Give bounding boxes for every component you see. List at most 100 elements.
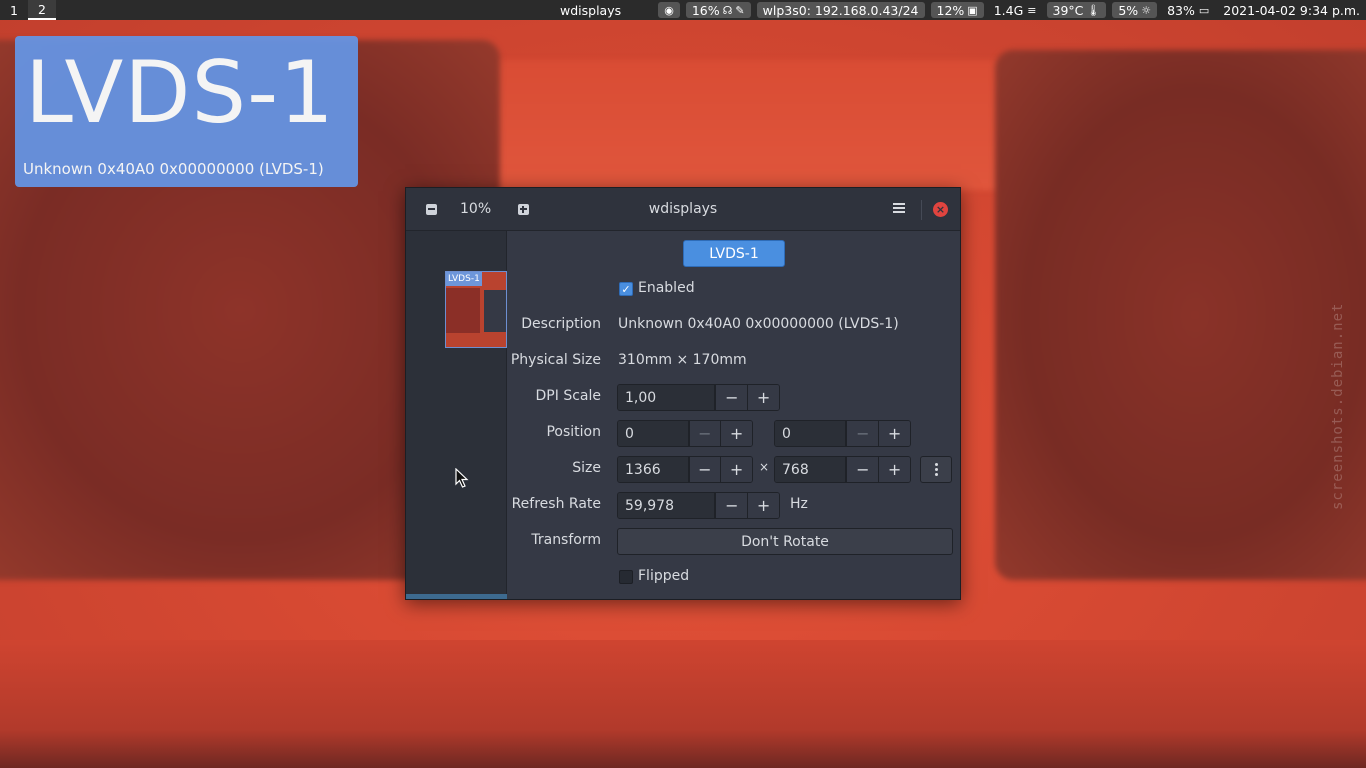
position-x-spinner: 0 − + <box>617 420 753 447</box>
description-value: Unknown 0x40A0 0x00000000 (LVDS-1) <box>618 316 899 332</box>
cpu-value: 12% <box>936 2 965 18</box>
dpi-scale-input[interactable]: 1,00 <box>618 385 716 410</box>
dpi-scale-increase-button[interactable]: + <box>747 385 779 410</box>
zoom-level: 10% <box>460 201 492 217</box>
eye-slash-icon: ◉ <box>664 3 674 17</box>
size-label: Size <box>572 460 601 476</box>
thumbnail-wallpaper-block <box>446 288 480 333</box>
checkmark-icon: ✓ <box>621 282 631 296</box>
refresh-rate-input[interactable]: 59,978 <box>618 493 716 518</box>
position-y-decrease-button[interactable]: − <box>846 421 879 446</box>
thumbnail-window <box>484 290 506 332</box>
position-x-increase-button[interactable]: + <box>720 421 752 446</box>
workspace-2-button[interactable]: 2 <box>28 0 56 20</box>
wallpaper-dark-block-right <box>995 50 1366 580</box>
top-bar: 1 2 wdisplays ◉ 16% ☊ ✎ wlp3s0: 192.168.… <box>0 0 1366 20</box>
transform-dropdown[interactable]: Don't Rotate <box>617 528 953 555</box>
size-height-increase-button[interactable]: + <box>878 457 910 482</box>
battery-icon: ▭ <box>1198 3 1210 17</box>
brightness-status[interactable]: 5% ☼ <box>1112 2 1158 18</box>
overlay-output-name: LVDS-1 <box>25 43 335 143</box>
description-label: Description <box>521 316 601 332</box>
output-overlay: LVDS-1 Unknown 0x40A0 0x00000000 (LVDS-1… <box>15 36 358 187</box>
dpi-scale-decrease-button[interactable]: − <box>715 385 748 410</box>
preview-scrollbar[interactable] <box>406 594 507 599</box>
size-height-input[interactable]: 768 <box>775 457 847 482</box>
size-height-spinner: 768 − + <box>774 456 911 483</box>
size-separator: × <box>759 460 770 474</box>
flipped-checkbox[interactable] <box>619 570 633 584</box>
mode-menu-button[interactable] <box>920 456 952 483</box>
volume-status[interactable]: 16% ☊ ✎ <box>685 2 751 18</box>
refresh-rate-spinner: 59,978 − + <box>617 492 780 519</box>
volume-value: 16% <box>691 2 720 18</box>
more-icon-dot <box>934 473 938 476</box>
zoom-out-icon <box>425 203 437 215</box>
output-tab-button[interactable]: LVDS-1 <box>683 240 785 267</box>
thermometer-icon: 🌡 <box>1086 3 1101 17</box>
status-area: ◉ 16% ☊ ✎ wlp3s0: 192.168.0.43/24 12% ▣ … <box>658 0 1366 20</box>
battery-status[interactable]: 83% ▭ <box>1163 3 1213 18</box>
size-height-decrease-button[interactable]: − <box>846 457 879 482</box>
output-settings: LVDS-1 ✓ Enabled Description Unknown 0x4… <box>508 231 960 599</box>
zoom-in-icon <box>517 203 529 215</box>
header-bar: 10% wdisplays × <box>406 188 960 231</box>
privacy-indicator[interactable]: ◉ <box>658 2 680 18</box>
cpu-icon: ▣ <box>967 3 978 17</box>
workspace-1-button[interactable]: 1 <box>0 0 28 20</box>
network-value: wlp3s0: 192.168.0.43/24 <box>762 2 919 18</box>
enabled-label[interactable]: Enabled <box>638 280 695 296</box>
physical-size-label: Physical Size <box>510 352 601 368</box>
refresh-rate-unit: Hz <box>790 496 808 512</box>
refresh-rate-increase-button[interactable]: + <box>747 493 779 518</box>
size-width-increase-button[interactable]: + <box>720 457 752 482</box>
overlay-output-description: Unknown 0x40A0 0x00000000 (LVDS-1) <box>23 160 324 178</box>
header-separator <box>921 200 922 220</box>
size-width-spinner: 1366 − + <box>617 456 753 483</box>
brightness-value: 5% <box>1118 2 1139 18</box>
size-width-decrease-button[interactable]: − <box>688 457 721 482</box>
transform-label: Transform <box>531 532 601 548</box>
position-y-increase-button[interactable]: + <box>878 421 910 446</box>
wdisplays-window: 10% wdisplays × LVDS-1 LVDS-1 ✓ Enabled … <box>405 187 961 600</box>
battery-value: 83% <box>1167 2 1195 18</box>
memory-status[interactable]: 1.4G ≡ <box>990 3 1041 18</box>
watermark: screenshots.debian.net <box>1330 302 1346 510</box>
flipped-label[interactable]: Flipped <box>638 568 689 584</box>
thumbnail-label: LVDS-1 <box>446 272 482 286</box>
network-status[interactable]: wlp3s0: 192.168.0.43/24 <box>756 2 925 18</box>
position-y-input[interactable]: 0 <box>775 421 847 446</box>
position-y-spinner: 0 − + <box>774 420 911 447</box>
wallpaper-bottom-band <box>0 640 1366 768</box>
position-x-decrease-button[interactable]: − <box>688 421 721 446</box>
size-width-input[interactable]: 1366 <box>618 457 689 482</box>
refresh-rate-decrease-button[interactable]: − <box>715 493 748 518</box>
headphones-icon: ☊ <box>722 3 733 17</box>
temperature-value: 39°C <box>1052 2 1084 18</box>
mouse-cursor-icon <box>455 468 469 488</box>
enabled-checkbox[interactable]: ✓ <box>619 282 633 296</box>
dpi-scale-spinner: 1,00 − + <box>617 384 780 411</box>
focused-window-title: wdisplays <box>560 2 622 18</box>
zoom-in-button[interactable] <box>514 200 532 218</box>
clock[interactable]: 2021-04-02 9:34 p.m. <box>1219 3 1364 18</box>
physical-size-value: 310mm × 170mm <box>618 352 747 368</box>
memory-value: 1.4G <box>993 2 1024 18</box>
memory-icon: ≡ <box>1027 3 1037 17</box>
layout-preview-pane[interactable]: LVDS-1 <box>406 231 507 599</box>
dpi-scale-label: DPI Scale <box>535 388 601 404</box>
position-label: Position <box>546 424 601 440</box>
refresh-rate-label: Refresh Rate <box>511 496 601 512</box>
more-icon-dot <box>934 468 938 471</box>
close-icon: × <box>935 203 946 216</box>
close-button[interactable]: × <box>933 202 948 217</box>
hamburger-menu-icon[interactable] <box>893 203 905 213</box>
temperature-status[interactable]: 39°C 🌡 <box>1046 2 1107 18</box>
zoom-out-button[interactable] <box>422 200 440 218</box>
position-x-input[interactable]: 0 <box>618 421 689 446</box>
output-thumbnail[interactable]: LVDS-1 <box>445 271 507 348</box>
more-icon-dot <box>934 463 938 466</box>
wallpaper-band <box>480 60 1020 190</box>
cpu-status[interactable]: 12% ▣ <box>930 2 984 18</box>
sun-icon: ☼ <box>1141 3 1152 17</box>
